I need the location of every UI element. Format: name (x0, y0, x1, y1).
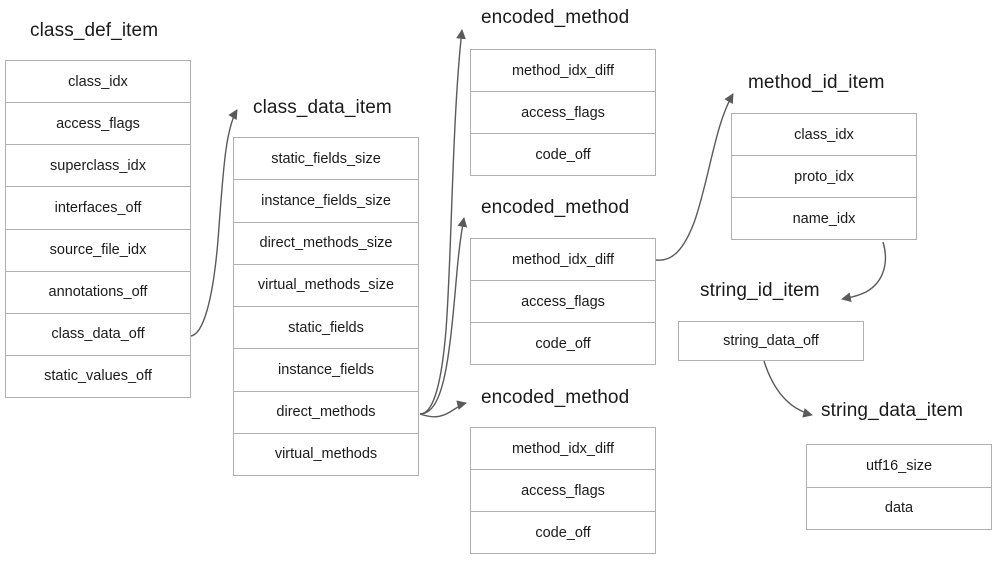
field-row: annotations_off (6, 272, 190, 314)
struct-title-encoded-method-1: encoded_method (481, 7, 630, 28)
field-row: source_file_idx (6, 230, 190, 272)
connector-method-idx-diff-to-method-id-item (655, 93, 734, 261)
connector-name-idx-to-string-id-item (841, 241, 887, 303)
field-row: data (884, 500, 914, 517)
field-row: direct_methods (234, 392, 418, 434)
field-row: access_flags (471, 281, 655, 323)
struct-table-string-data-item: utf16_size data (806, 444, 992, 530)
field-row: direct_methods_size (234, 223, 418, 265)
field-row: access_flags (6, 103, 190, 146)
struct-title-class-def-item: class_def_item (30, 20, 159, 41)
field-row: string_data_off (723, 333, 819, 349)
field-row: proto_idx (732, 156, 916, 198)
field-row: interfaces_off (6, 187, 190, 230)
field-row: name_idx (792, 210, 856, 227)
connector-direct-methods-to-encoded-method-2 (419, 217, 468, 415)
field-row: class_idx (6, 61, 190, 104)
connector-direct-methods-to-encoded-method-1 (419, 29, 466, 415)
struct-title-method-id-item: method_id_item (748, 72, 885, 93)
field-row: method_idx_diff (471, 428, 655, 470)
struct-title-class-data-item: class_data_item (253, 97, 392, 118)
field-row: superclass_idx (6, 145, 190, 188)
field-row: instance_fields_size (234, 180, 418, 223)
struct-title-encoded-method-2: encoded_method (481, 197, 630, 218)
connector-direct-methods-to-encoded-method-3 (419, 400, 467, 418)
field-row: method_idx_diff (471, 50, 655, 92)
field-row: access_flags (471, 92, 655, 134)
field-row: code_off (535, 146, 591, 163)
struct-table-class-data-item: static_fields_size instance_fields_size … (233, 137, 419, 476)
field-row: static_values_off (44, 368, 152, 385)
field-row: code_off (535, 335, 591, 352)
connector-string-data-off-to-string-data-item (763, 360, 813, 418)
field-row: instance_fields (234, 349, 418, 392)
field-row: code_off (535, 524, 591, 541)
struct-title-encoded-method-3: encoded_method (481, 387, 630, 408)
field-row: utf16_size (807, 445, 991, 488)
field-row: virtual_methods_size (234, 265, 418, 307)
diagram-canvas: class_def_item class_idx access_flags su… (0, 0, 1000, 563)
field-row: method_idx_diff (471, 239, 655, 281)
connector-class-data-off-to-class-data-item (189, 109, 238, 337)
field-row: class_idx (732, 114, 916, 156)
struct-table-class-def-item: class_idx access_flags superclass_idx in… (5, 60, 191, 398)
field-row: access_flags (471, 470, 655, 512)
field-row: virtual_methods (274, 446, 378, 463)
struct-table-encoded-method-2: method_idx_diff access_flags code_off (470, 238, 656, 365)
struct-table-encoded-method-1: method_idx_diff access_flags code_off (470, 49, 656, 176)
field-row: static_fields (234, 307, 418, 350)
struct-title-string-id-item: string_id_item (700, 280, 820, 301)
field-row: static_fields_size (234, 138, 418, 181)
struct-table-encoded-method-3: method_idx_diff access_flags code_off (470, 427, 656, 554)
struct-title-string-data-item: string_data_item (821, 400, 964, 421)
field-row: class_data_off (6, 314, 190, 356)
struct-table-string-id-item: string_data_off (678, 321, 864, 361)
struct-table-method-id-item: class_idx proto_idx name_idx (731, 113, 917, 240)
